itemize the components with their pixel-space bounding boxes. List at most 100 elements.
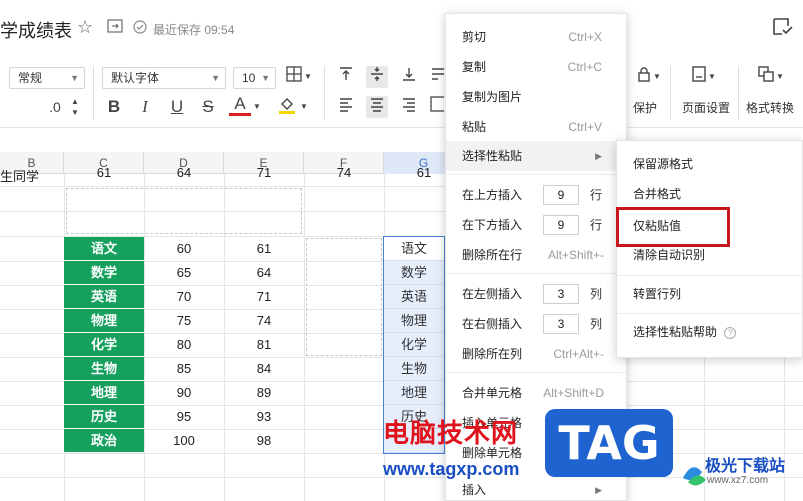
font-color-button[interactable]: A <box>229 94 251 116</box>
menu-item-merge-cells[interactable]: 合并单元格 Alt+Shift+D <box>446 378 626 408</box>
font-name-select[interactable]: 默认字体 ▼ <box>102 67 226 89</box>
align-top-icon[interactable] <box>335 66 357 88</box>
align-bottom-icon[interactable] <box>398 66 420 88</box>
submenu-item-transpose[interactable]: 转置行列 <box>617 279 803 309</box>
menu-item-copy-as-image[interactable]: 复制为图片 <box>446 82 626 112</box>
strikethrough-button[interactable]: S <box>197 96 219 118</box>
unit-label: 行 <box>590 218 603 232</box>
menu-item-paste[interactable]: 粘贴 Ctrl+V <box>446 112 626 142</box>
insert-below-count-input[interactable]: 9 <box>543 215 579 235</box>
align-middle-icon[interactable] <box>366 66 388 88</box>
cell-b-top[interactable]: 生同学 <box>0 170 64 184</box>
subject-cell[interactable]: 语文 <box>64 237 144 261</box>
score-cell-d[interactable]: 75 <box>144 309 224 333</box>
move-to-folder-icon[interactable] <box>107 19 123 36</box>
shortcut-label: Alt+Shift+D <box>543 386 604 400</box>
insert-above-count-input[interactable]: 9 <box>543 185 579 205</box>
number-format-select[interactable]: 常规 ▼ <box>9 67 85 89</box>
subject-cell[interactable]: 地理 <box>64 381 144 405</box>
score-cell-d[interactable]: 80 <box>144 333 224 357</box>
chevron-down-icon[interactable]: ▼ <box>298 96 310 118</box>
subject-cell[interactable]: 化学 <box>64 333 144 357</box>
format-convert-icon[interactable] <box>755 66 777 88</box>
pasted-cell-g[interactable]: 化学 <box>384 333 444 357</box>
menu-item-label: 在上方插入 <box>462 188 523 202</box>
protect-label[interactable]: 保护 <box>633 99 657 116</box>
chevron-down-icon[interactable]: ▼ <box>251 96 263 118</box>
chevron-down-icon[interactable]: ▼ <box>775 66 785 88</box>
menu-item-label: 粘贴 <box>462 120 487 134</box>
cell-e-top[interactable]: 71 <box>224 166 304 180</box>
menu-item-delete-column[interactable]: 删除所在列 Ctrl+Alt+- <box>446 339 626 369</box>
score-cell-d[interactable]: 85 <box>144 357 224 381</box>
score-cell-d[interactable]: 70 <box>144 285 224 309</box>
format-convert-label[interactable]: 格式转换 <box>746 99 794 116</box>
score-cell-e[interactable]: 81 <box>224 333 304 357</box>
score-cell-e[interactable]: 98 <box>224 429 304 453</box>
subject-cell[interactable]: 政治 <box>64 429 144 453</box>
pasted-cell-g[interactable]: 英语 <box>384 285 444 309</box>
score-cell-e[interactable]: 84 <box>224 357 304 381</box>
menu-item-label: 在下方插入 <box>462 218 523 232</box>
chevron-down-icon: ▼ <box>211 73 220 83</box>
score-cell-d[interactable]: 65 <box>144 261 224 285</box>
menu-item-copy[interactable]: 复制 Ctrl+C <box>446 52 626 82</box>
cell-d-top[interactable]: 64 <box>144 166 224 180</box>
score-cell-e[interactable]: 64 <box>224 261 304 285</box>
subject-cell[interactable]: 物理 <box>64 309 144 333</box>
font-size-select[interactable]: 10 ▼ <box>233 67 276 89</box>
score-cell-e[interactable]: 89 <box>224 381 304 405</box>
chevron-down-icon[interactable]: ▼ <box>707 66 717 88</box>
pasted-cell-g[interactable]: 生物 <box>384 357 444 381</box>
italic-button[interactable]: I <box>134 96 156 118</box>
pasted-cell-g[interactable]: 物理 <box>384 309 444 333</box>
document-title[interactable]: 学成绩表 <box>0 17 72 43</box>
cell-f-top[interactable]: 74 <box>304 166 384 180</box>
subject-cell[interactable]: 英语 <box>64 285 144 309</box>
decimal-places[interactable]: .0 <box>44 96 66 118</box>
insert-left-count-input[interactable]: 3 <box>543 284 579 304</box>
fill-color-icon[interactable] <box>276 95 298 117</box>
menu-item-insert-above[interactable]: 在上方插入 9 行 <box>446 180 626 210</box>
pasted-cell-g[interactable]: 数学 <box>384 261 444 285</box>
subject-cell[interactable]: 生物 <box>64 357 144 381</box>
align-center-icon[interactable] <box>366 96 388 118</box>
watermark-tag-logo: TAG <box>545 409 673 477</box>
score-cell-d[interactable]: 95 <box>144 405 224 429</box>
menu-item-delete-row[interactable]: 删除所在行 Alt+Shift+- <box>446 240 626 270</box>
submenu-item-help[interactable]: 选择性粘贴帮助 ? <box>617 317 803 347</box>
subject-cell[interactable]: 历史 <box>64 405 144 429</box>
decimal-stepper-icon[interactable]: ▲ ▼ <box>64 96 86 118</box>
chevron-down-icon[interactable]: ▼ <box>652 66 662 88</box>
pasted-cell-g[interactable]: 地理 <box>384 381 444 405</box>
align-left-icon[interactable] <box>335 96 357 118</box>
star-icon[interactable]: ☆ <box>77 17 93 38</box>
review-icon[interactable] <box>772 17 794 40</box>
wrap-text-icon[interactable] <box>430 66 444 88</box>
watermark-logo-url: www.xz7.com <box>707 475 769 486</box>
score-cell-e[interactable]: 61 <box>224 237 304 261</box>
score-cell-e[interactable]: 71 <box>224 285 304 309</box>
score-cell-e[interactable]: 93 <box>224 405 304 429</box>
menu-item-cut[interactable]: 剪切 Ctrl+X <box>446 22 626 52</box>
page-setup-label[interactable]: 页面设置 <box>682 99 730 116</box>
insert-right-count-input[interactable]: 3 <box>543 314 579 334</box>
cell-c-top[interactable]: 61 <box>64 166 144 180</box>
align-right-icon[interactable] <box>398 96 420 118</box>
subject-cell[interactable]: 数学 <box>64 261 144 285</box>
submenu-item-merge-format[interactable]: 合并格式 <box>617 179 803 209</box>
menu-item-insert-right[interactable]: 在右侧插入 3 列 <box>446 309 626 339</box>
score-cell-d[interactable]: 90 <box>144 381 224 405</box>
submenu-item-keep-source-format[interactable]: 保留源格式 <box>617 149 803 179</box>
score-cell-d[interactable]: 60 <box>144 237 224 261</box>
chevron-down-icon[interactable]: ▼ <box>302 66 314 88</box>
score-cell-e[interactable]: 74 <box>224 309 304 333</box>
pasted-cell-g[interactable]: 语文 <box>384 237 444 261</box>
menu-item-insert-below[interactable]: 在下方插入 9 行 <box>446 210 626 240</box>
menu-item-paste-special[interactable]: 选择性粘贴 ▶ <box>446 141 626 171</box>
menu-item-insert-left[interactable]: 在左侧插入 3 列 <box>446 279 626 309</box>
underline-button[interactable]: U <box>166 96 188 118</box>
merge-icon[interactable] <box>430 96 444 118</box>
score-cell-d[interactable]: 100 <box>144 429 224 453</box>
bold-button[interactable]: B <box>103 96 125 118</box>
